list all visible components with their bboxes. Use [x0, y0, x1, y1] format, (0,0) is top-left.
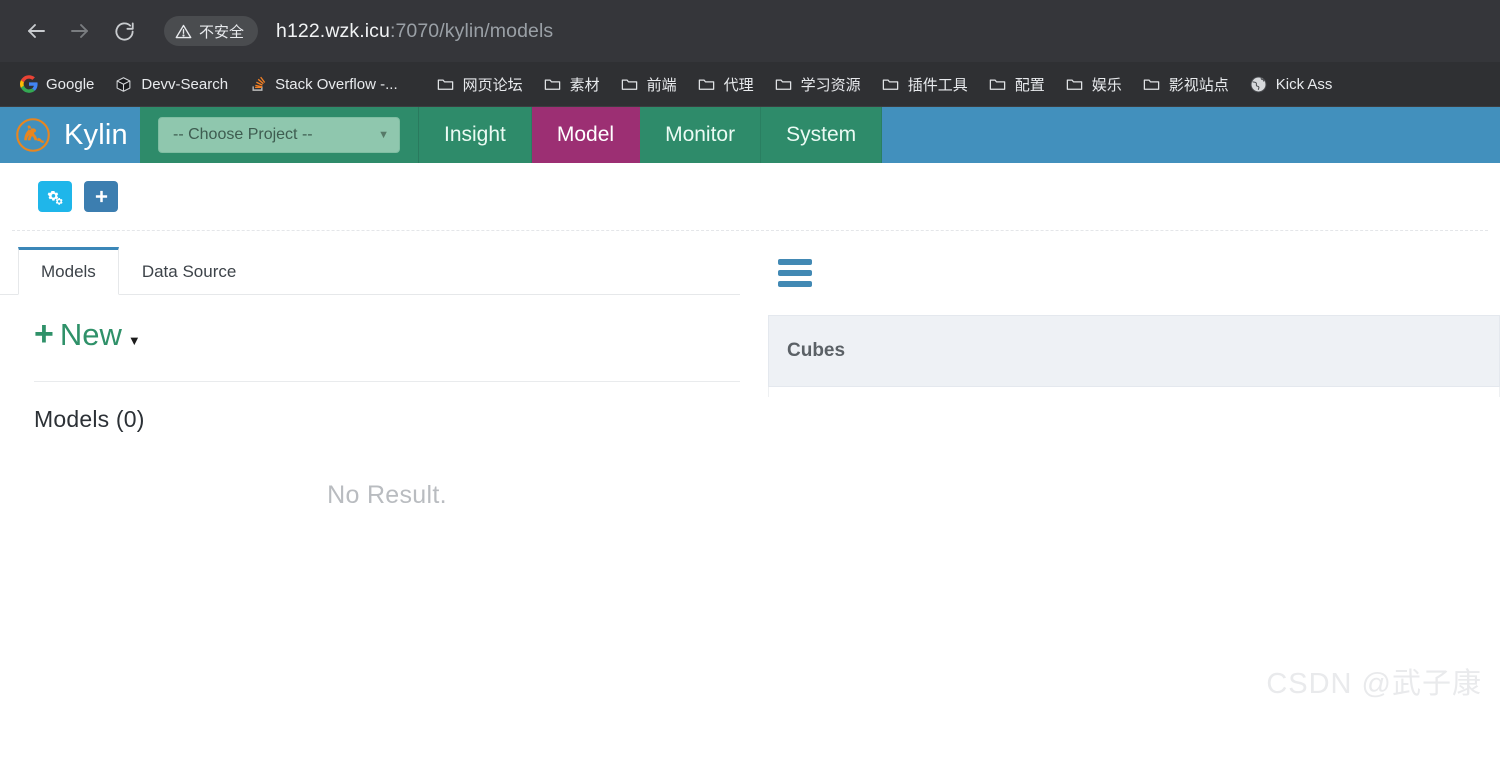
bookmark-label: 影视站点: [1168, 76, 1229, 94]
bookmark-folder-6[interactable]: 插件工具: [872, 69, 977, 100]
tab-models[interactable]: Models: [18, 247, 119, 295]
nav-tab-monitor[interactable]: Monitor: [640, 107, 762, 163]
bookmark-folder-5[interactable]: 学习资源: [765, 69, 870, 100]
nav-tab-system[interactable]: System: [761, 107, 883, 163]
bookmark-folder-7[interactable]: 配置: [979, 69, 1054, 100]
project-select[interactable]: -- Choose Project -- ▼: [158, 117, 400, 153]
tab-data-source[interactable]: Data Source: [119, 247, 260, 295]
nav-tab-label: Model: [556, 123, 615, 146]
folder-icon: [774, 75, 793, 94]
caret-down-icon: ▼: [127, 332, 141, 348]
nav-tab-label: Monitor: [665, 123, 736, 146]
bookmark-label: Devv-Search: [141, 75, 229, 93]
bookmark-folder-3[interactable]: 前端: [611, 69, 686, 100]
stackoverflow-icon: [248, 75, 267, 94]
brand-home-link[interactable]: Kylin: [0, 107, 140, 163]
brand-name: Kylin: [64, 118, 128, 151]
bookmarks-bar: Google Devv-Search Stack Overflow -... 网…: [0, 62, 1500, 107]
bookmark-label: 网页论坛: [462, 76, 523, 94]
bookmark-label: Kick Ass: [1275, 75, 1333, 93]
plus-icon: +: [34, 315, 54, 353]
browser-chrome: 不安全 h122.wzk.icu:7070/kylin/models Googl…: [0, 0, 1500, 107]
back-button[interactable]: [14, 9, 58, 53]
folder-icon: [1065, 75, 1084, 94]
bookmark-label: 插件工具: [907, 76, 968, 94]
navbar-filler: [882, 107, 1500, 163]
folder-icon: [697, 75, 716, 94]
bookmark-label: 素材: [569, 76, 600, 94]
url-path: :7070/kylin/models: [389, 19, 554, 42]
cogs-button[interactable]: [38, 181, 72, 212]
bookmark-label: 娱乐: [1091, 76, 1122, 94]
project-selector-zone: -- Choose Project -- ▼: [140, 107, 419, 163]
bookmark-label: Stack Overflow -...: [275, 75, 398, 93]
browser-toolbar: 不安全 h122.wzk.icu:7070/kylin/models: [0, 0, 1500, 62]
folder-icon: [988, 75, 1007, 94]
bookmark-folder-8[interactable]: 娱乐: [1056, 69, 1131, 100]
bookmark-folder-1[interactable]: 网页论坛: [427, 69, 532, 100]
content-split: Models Data Source + New ▼ Models (0) No…: [0, 231, 1500, 510]
tab-label: Models: [41, 262, 96, 281]
cubes-panel: Cubes: [740, 245, 1500, 510]
cubes-panel-body: [768, 387, 1500, 397]
google-icon: [19, 75, 38, 94]
models-count-heading: Models (0): [34, 406, 145, 432]
bookmark-folder-4[interactable]: 代理: [688, 69, 763, 100]
forward-button[interactable]: [58, 9, 102, 53]
page-body: Models Data Source + New ▼ Models (0) No…: [0, 163, 1500, 716]
url-text[interactable]: h122.wzk.icu:7070/kylin/models: [276, 20, 553, 43]
bookmark-kick-ass[interactable]: Kick Ass: [1240, 70, 1342, 99]
kylin-logo-icon: [12, 114, 54, 156]
watermark: CSDN @武子康: [1266, 668, 1482, 700]
nav-tab-label: Insight: [444, 123, 506, 146]
new-button-label: New: [59, 317, 122, 352]
cubes-panel-header: Cubes: [768, 315, 1500, 387]
add-button[interactable]: [84, 181, 118, 212]
url-host: h122.wzk.icu: [276, 19, 390, 42]
bookmark-folder-9[interactable]: 影视站点: [1133, 69, 1238, 100]
chevron-down-icon: ▼: [378, 129, 389, 141]
bookmark-label: Google: [46, 75, 95, 93]
folder-icon: [620, 75, 639, 94]
menu-bar: [778, 281, 812, 287]
address-bar[interactable]: 不安全 h122.wzk.icu:7070/kylin/models: [160, 11, 1486, 51]
warning-triangle-icon: [175, 23, 192, 40]
security-status-chip[interactable]: 不安全: [164, 16, 259, 46]
action-toolbar: [0, 163, 1500, 212]
security-status-label: 不安全: [199, 23, 245, 41]
menu-bar: [778, 270, 812, 276]
folder-icon: [543, 75, 562, 94]
reload-button[interactable]: [102, 9, 146, 53]
folder-icon: [1142, 75, 1161, 94]
app-navbar: Kylin -- Choose Project -- ▼ Insight Mod…: [0, 107, 1500, 163]
folder-icon: [881, 75, 900, 94]
bookmark-devv-search[interactable]: Devv-Search: [105, 70, 237, 99]
globe-icon: [1249, 75, 1268, 94]
bookmark-label: 前端: [646, 76, 677, 94]
new-model-button[interactable]: + New ▼: [34, 317, 141, 353]
nav-tab-model[interactable]: Model: [531, 107, 641, 163]
panel-tab-strip: Models Data Source: [0, 245, 740, 295]
bookmark-stack-overflow[interactable]: Stack Overflow -...: [239, 70, 407, 99]
bookmark-google[interactable]: Google: [10, 70, 103, 99]
models-panel: Models Data Source + New ▼ Models (0) No…: [0, 245, 740, 510]
project-select-value: -- Choose Project --: [173, 126, 313, 143]
hamburger-menu-icon[interactable]: [768, 245, 812, 287]
bookmark-label: 代理: [723, 76, 754, 94]
nav-tab-label: System: [786, 123, 857, 146]
new-row: + New ▼: [0, 295, 740, 353]
plus-icon: [94, 189, 109, 204]
cubes-title: Cubes: [787, 340, 846, 361]
folder-icon: [436, 75, 455, 94]
tab-label: Data Source: [141, 261, 237, 281]
bookmark-folder-2[interactable]: 素材: [534, 69, 609, 100]
bookmark-label: 学习资源: [800, 76, 861, 94]
cube-icon: [114, 75, 133, 94]
menu-bar: [778, 259, 812, 265]
cogs-icon: [46, 188, 64, 206]
nav-tab-insight[interactable]: Insight: [419, 107, 532, 163]
empty-state-message: No Result.: [327, 481, 447, 509]
bookmark-label: 配置: [1014, 76, 1045, 94]
